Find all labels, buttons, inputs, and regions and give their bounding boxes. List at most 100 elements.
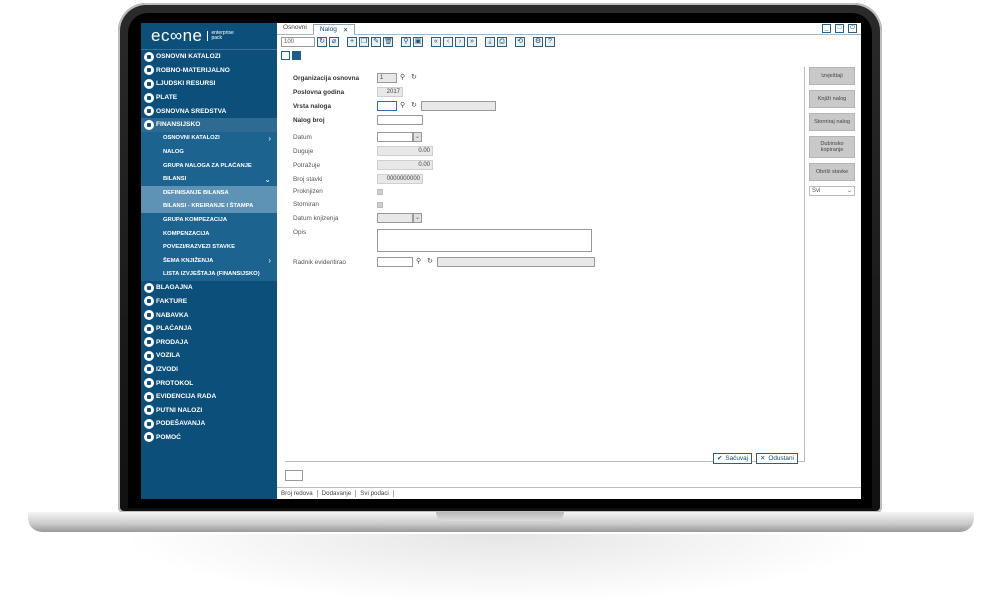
sidebar-item-finansijsko[interactable]: FINANSIJSKO <box>141 117 277 132</box>
clear-filter-icon[interactable]: ⌀ <box>329 37 339 47</box>
sidebar-item-pomoc[interactable]: POMOĆ <box>141 431 277 445</box>
datum-input[interactable] <box>377 132 413 142</box>
add-icon[interactable]: + <box>347 37 357 47</box>
form-view-icon[interactable] <box>292 50 301 60</box>
laptop-notch <box>436 512 564 521</box>
page-size-select[interactable]: 100 <box>281 37 315 47</box>
save-button[interactable]: ✔ Sačuvaj <box>713 453 753 464</box>
app-logo[interactable]: ec∞ne enterprise pack <box>141 23 277 50</box>
save-label: Sačuvaj <box>725 455 749 462</box>
tab-osnovni[interactable]: Osnovni <box>277 23 313 34</box>
sidebar-item-label: EVIDENCIJA RADA <box>156 393 217 401</box>
sidebar-item-robno-materijalno[interactable]: ROBNO-MATERIJALNO <box>141 64 277 78</box>
sidebar-item-osnovni-katalozi[interactable]: OSNOVNI KATALOZI <box>141 50 277 64</box>
storniraj-nalog-button[interactable]: Storniraj nalog <box>809 113 855 131</box>
sidebar-item-ljudski-resursi[interactable]: LJUDSKI RESURSI <box>141 77 277 91</box>
image-icon[interactable]: ▣ <box>413 37 423 47</box>
gear-icon[interactable]: ⚙ <box>533 37 543 47</box>
nalog-broj-input[interactable] <box>377 115 423 125</box>
payment-icon <box>144 323 154 334</box>
sidebar-item-evidencija-rada[interactable]: EVIDENCIJA RADA <box>141 390 277 404</box>
close-icon[interactable]: ✕ <box>343 26 348 34</box>
sub-item-povezi-razvezi[interactable]: POVEZI/RAZVEZI STAVKE <box>141 240 277 254</box>
duguje-input[interactable]: 0.00 <box>377 146 433 156</box>
search-icon[interactable]: ⚲ <box>416 258 424 266</box>
edit-icon[interactable]: ✎ <box>371 37 381 47</box>
filter-select[interactable]: Svi ⌄ <box>809 186 855 196</box>
datum-knjizenja-label: Datum knjizenja <box>293 214 339 222</box>
print-icon[interactable]: ⎙ <box>497 37 507 47</box>
radnik-name-input[interactable] <box>437 257 595 267</box>
sub-item-sema-knjizenja[interactable]: ŠEMA KNJIŽENJA › <box>141 253 277 268</box>
izvjestaji-button[interactable]: Izvještaji <box>809 67 855 85</box>
sidebar-item-protokol[interactable]: PROTOKOL <box>141 376 277 390</box>
refresh-icon[interactable]: ↻ <box>411 74 419 82</box>
potrazuje-input[interactable]: 0.00 <box>377 160 433 170</box>
datum-knjizenja-input[interactable] <box>377 213 413 223</box>
sidebar-item-vozila[interactable]: VOZILA <box>141 349 277 363</box>
sidebar-item-prodaja[interactable]: PRODAJA <box>141 335 277 349</box>
sidebar-item-osnovna-sredstva[interactable]: OSNOVNA SREDSTVA <box>141 104 277 118</box>
vrsta-name-input[interactable] <box>421 101 496 111</box>
previous-page-icon[interactable]: ‹ <box>443 37 453 47</box>
sidebar-item-plate[interactable]: PLATE <box>141 91 277 105</box>
cancel-button[interactable]: ✕ Odustani <box>756 453 798 464</box>
search-icon[interactable]: ⚲ <box>401 37 411 47</box>
next-page-icon[interactable]: › <box>455 37 465 47</box>
sidebar-item-placanja[interactable]: PLAĆANJA <box>141 322 277 336</box>
chevron-down-icon[interactable]: ⌄ <box>413 132 422 142</box>
chevron-right-icon: › <box>268 133 271 143</box>
maximize-icon[interactable]: □ <box>835 24 844 33</box>
opis-textarea[interactable] <box>377 229 592 252</box>
sub-item-definisanje-bilansa[interactable]: DEFINISANJE BILANSA <box>141 185 277 200</box>
org-input[interactable]: 1 <box>377 73 397 83</box>
minimize-icon[interactable]: _ <box>822 24 831 33</box>
sidebar-item-nabavka[interactable]: NABAVKA <box>141 308 277 322</box>
help-icon[interactable]: ? <box>545 37 555 47</box>
status-row-count: Broj redova <box>277 490 318 497</box>
search-icon[interactable]: ⚲ <box>400 102 408 110</box>
sidebar-item-putni-nalozi[interactable]: PUTNI NALOZI <box>141 403 277 417</box>
power-icon[interactable]: ⏻ <box>848 24 857 33</box>
refresh-icon[interactable]: ↻ <box>317 37 327 47</box>
chevron-down-icon[interactable]: ⌄ <box>413 213 422 223</box>
sidebar-item-fakture[interactable]: FAKTURE <box>141 295 277 309</box>
sub-item-label: BILANSI <box>163 176 187 183</box>
export-icon[interactable]: ⤓ <box>485 37 495 47</box>
sub-item-grupa-kompezacija[interactable]: GRUPA KOMPEZACIJA <box>141 213 277 227</box>
obrisi-stavke-button[interactable]: Obriši stavke <box>809 163 855 181</box>
refresh-icon[interactable]: ↻ <box>427 258 435 266</box>
sub-item-grupa-naloga[interactable]: GRUPA NALOGA ZA PLAĆANJE <box>141 158 277 173</box>
clock-icon <box>144 391 154 402</box>
sidebar-item-podesavanja[interactable]: PODEŠAVANJA <box>141 417 277 431</box>
copy-icon[interactable]: ❐ <box>359 37 369 47</box>
dubinsko-kopiranje-button[interactable]: Dubinsko kopiranje <box>809 136 855 158</box>
search-icon[interactable]: ⚲ <box>400 74 408 82</box>
invoice-icon <box>144 296 154 307</box>
proknjizen-checkbox[interactable] <box>377 188 383 195</box>
broj-stavki-input[interactable]: 0000000000 <box>377 174 423 184</box>
refresh-icon[interactable]: ↻ <box>411 102 419 110</box>
vrsta-input[interactable] <box>377 101 397 111</box>
sub-item-bilansi[interactable]: BILANSI ⌄ <box>141 172 277 186</box>
last-page-icon[interactable]: » <box>467 37 477 47</box>
sub-item-lista-izvjestaja[interactable]: LISTA IZVJEŠTAJA (FINANSIJSKO) <box>141 267 277 282</box>
history-icon[interactable]: ⟲ <box>515 37 525 47</box>
delete-icon[interactable]: 🗑 <box>383 37 393 47</box>
app-screen: ec∞ne enterprise pack OSNOVNI KATALOZI R… <box>141 23 861 499</box>
small-input-box[interactable] <box>285 470 303 481</box>
grid-view-icon[interactable] <box>281 50 290 60</box>
storniran-checkbox[interactable] <box>377 201 383 208</box>
radnik-input[interactable] <box>377 257 413 267</box>
sidebar-item-blagajna[interactable]: BLAGAJNA <box>141 281 277 295</box>
year-input[interactable]: 2017 <box>377 87 403 97</box>
sub-item-nalog[interactable]: NALOG <box>141 145 277 159</box>
tab-nalog[interactable]: Nalog ✕ <box>312 24 356 35</box>
sub-item-osnovni-katalozi[interactable]: OSNOVNI KATALOZI › <box>141 131 277 146</box>
sidebar-item-izvodi[interactable]: IZVODI <box>141 363 277 377</box>
sub-item-kompenzacija[interactable]: KOMPENZACIJA <box>141 226 277 241</box>
knjizi-nalog-button[interactable]: Knjiži nalog <box>809 90 855 108</box>
money-icon <box>144 92 154 103</box>
first-page-icon[interactable]: « <box>431 37 441 47</box>
sub-item-bilansi-kreiranje[interactable]: BILANSI - KREIRANJE I ŠTAMPA <box>141 199 277 214</box>
